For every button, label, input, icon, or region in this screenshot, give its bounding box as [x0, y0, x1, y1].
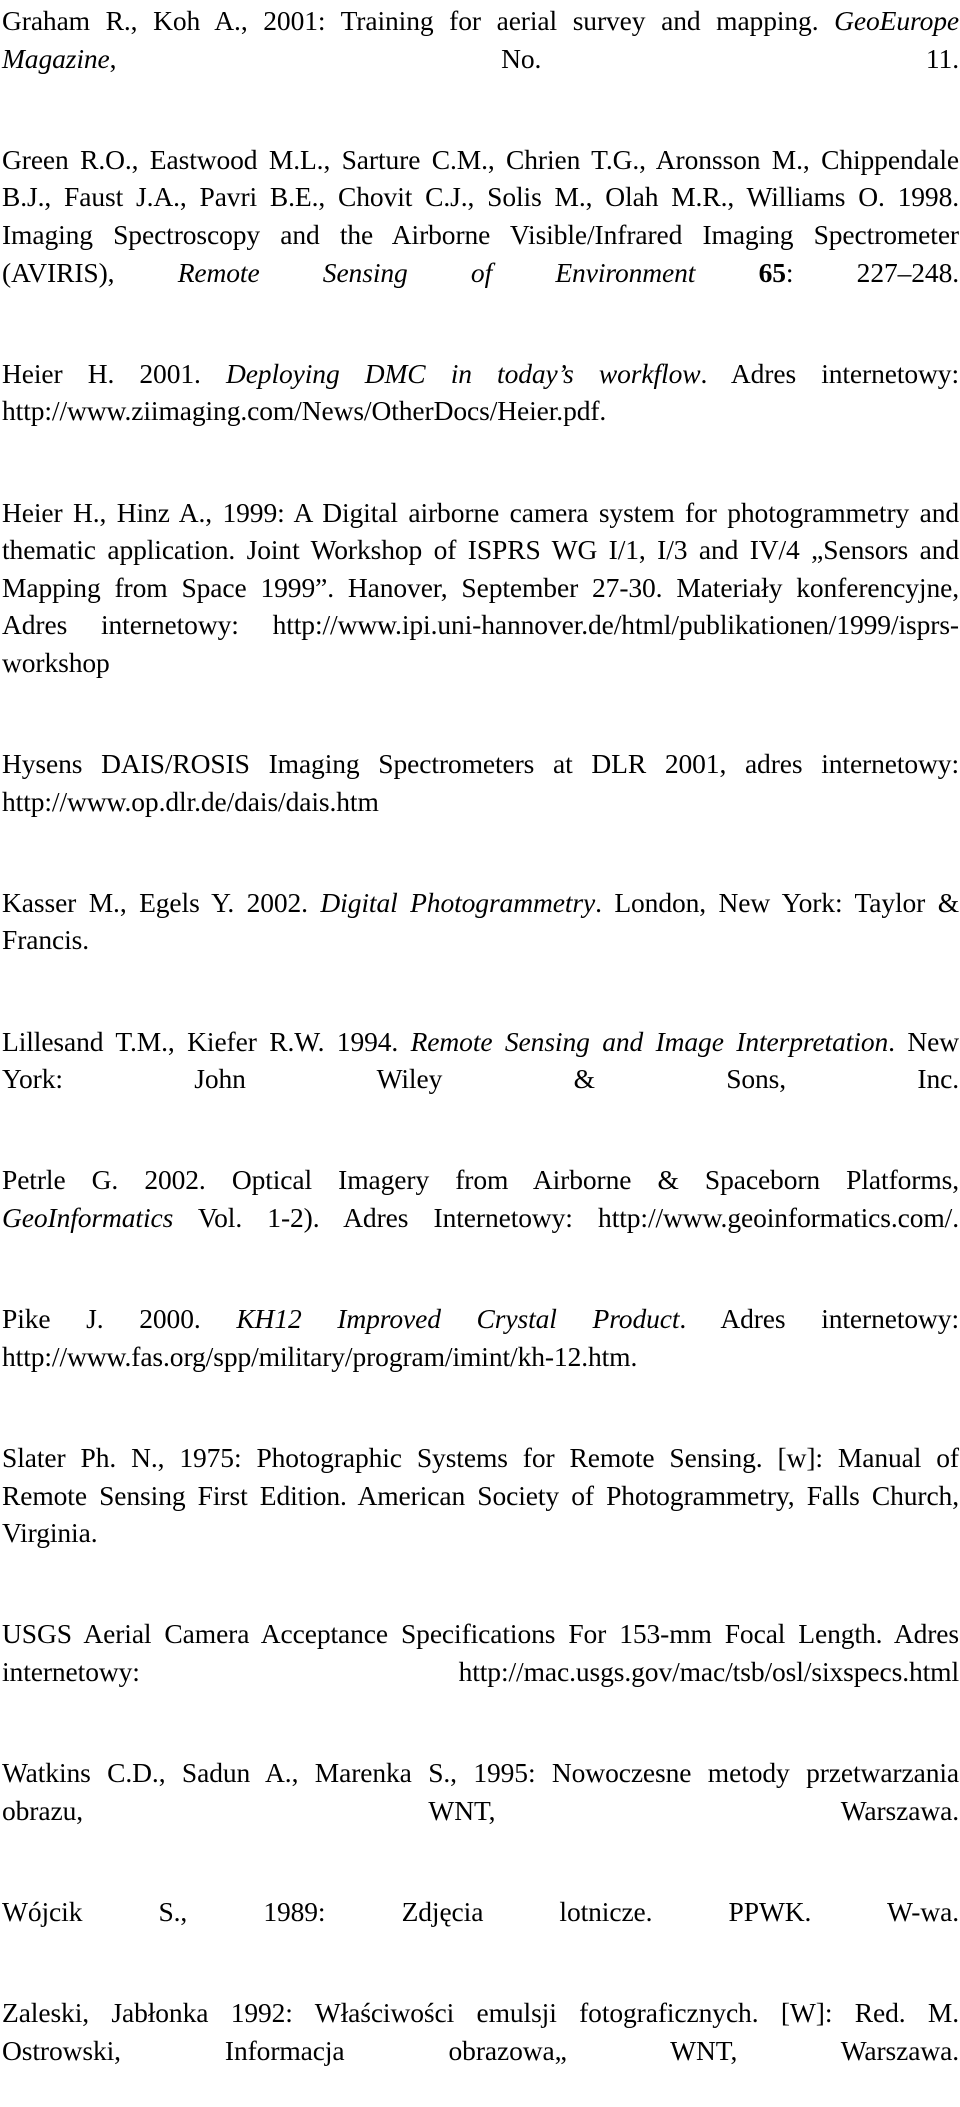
reference-text: Heier H., Hinz A., 1999: A Digital airbo…: [2, 496, 959, 678]
reference-entry: Kasser M., Egels Y. 2002. Digital Photog…: [2, 884, 959, 997]
reference-entry: Heier H., Hinz A., 1999: A Digital airbo…: [2, 494, 959, 720]
reference-entry: Zaleski, Jabłonka 1992: Właściwości emul…: [2, 1994, 959, 2107]
reference-text: Hysens DAIS/ROSIS Imaging Spectrometers …: [2, 748, 959, 817]
reference-entry: Heier H. 2001. Deploying DMC in today’s …: [2, 355, 959, 468]
reference-title-italic: Remote Sensing of Environment: [177, 256, 759, 288]
reference-entry: Watkins C.D., Sadun A., Marenka S., 1995…: [2, 1754, 959, 1867]
reference-text: Graham R., Koh A., 2001: Training for ae…: [2, 5, 835, 36]
reference-text: Kasser M., Egels Y. 2002.: [2, 886, 321, 918]
reference-title-italic: KH12 Improved Crystal Product: [236, 1303, 680, 1335]
reference-text: , No. 11.: [109, 42, 959, 74]
reference-entry: Pike J. 2000. KH12 Improved Crystal Prod…: [2, 1300, 959, 1413]
reference-text: : 227–248.: [785, 256, 959, 288]
reference-entry: Wójcik S., 1989: Zdjęcia lotnicze. PPWK.…: [2, 1893, 959, 1968]
reference-text: Wójcik S., 1989: Zdjęcia lotnicze. PPWK.…: [2, 1895, 959, 1927]
reference-entry: Hysens DAIS/ROSIS Imaging Spectrometers …: [2, 745, 959, 858]
reference-title-italic: GeoInformatics: [2, 1202, 174, 1234]
reference-text: Slater Ph. N., 1975: Photographic System…: [2, 1442, 959, 1549]
reference-volume-bold: 65: [758, 256, 786, 288]
reference-text: USGS Aerial Camera Acceptance Specificat…: [2, 1618, 959, 1687]
reference-entry: Green R.O., Eastwood M.L., Sarture C.M.,…: [2, 141, 959, 329]
reference-title-italic: Deploying DMC in today’s workflow: [225, 357, 701, 389]
reference-text: Vol. 1-2). Adres Internetowy: http://www…: [173, 1202, 959, 1234]
reference-text: Zaleski, Jabłonka 1992: Właściwości emul…: [2, 1997, 959, 2066]
reference-text: Watkins C.D., Sadun A., Marenka S., 1995…: [2, 1757, 959, 1826]
reference-list: Graham R., Koh A., 2001: Training for ae…: [2, 2, 959, 2107]
reference-entry: Graham R., Koh A., 2001: Training for ae…: [2, 2, 959, 115]
reference-text: Petrle G. 2002. Optical Imagery from Air…: [2, 1164, 959, 1196]
reference-entry: Petrle G. 2002. Optical Imagery from Air…: [2, 1161, 959, 1274]
reference-title-italic: Remote Sensing and Image Interpretation: [410, 1025, 889, 1057]
reference-entry: USGS Aerial Camera Acceptance Specificat…: [2, 1615, 959, 1728]
document-page: Graham R., Koh A., 2001: Training for ae…: [0, 0, 960, 2066]
reference-title-italic: Digital Photogrammetry: [320, 886, 596, 918]
reference-text: Pike J. 2000.: [2, 1303, 237, 1335]
reference-text: Lillesand T.M., Kiefer R.W. 1994.: [2, 1025, 411, 1057]
reference-text: Heier H. 2001.: [2, 357, 226, 389]
reference-entry: Slater Ph. N., 1975: Photographic System…: [2, 1439, 959, 1589]
reference-entry: Lillesand T.M., Kiefer R.W. 1994. Remote…: [2, 1023, 959, 1136]
